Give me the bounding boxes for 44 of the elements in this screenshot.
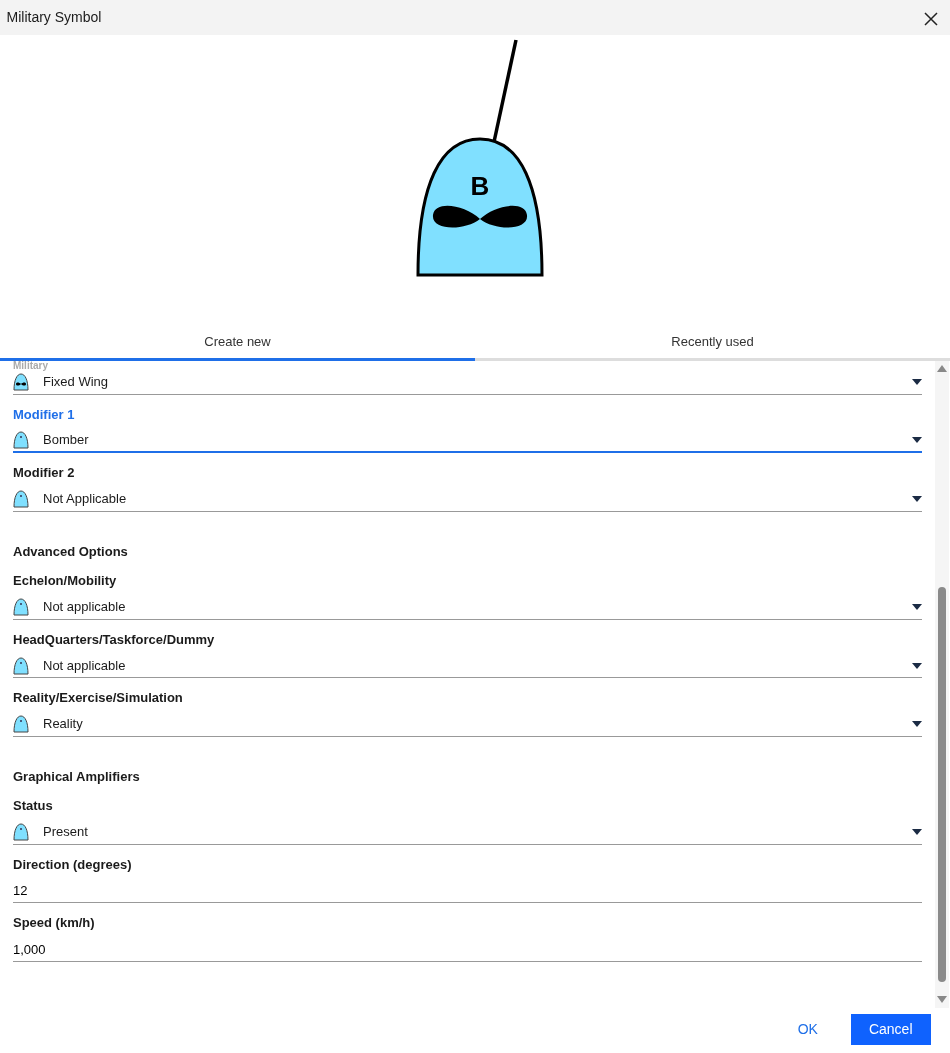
dropdown-field[interactable]: Not applicable (13, 654, 922, 678)
caret-icon (912, 829, 922, 835)
caret-icon (912, 496, 922, 502)
input-field[interactable]: 12 (13, 879, 922, 903)
dropdown-field[interactable]: Present (13, 820, 922, 845)
symbol-icon (13, 656, 29, 675)
tab[interactable]: Recently used (475, 325, 950, 361)
field-label: Modifier 1 (13, 405, 76, 424)
dropdown-field[interactable]: Fixed Wing (13, 370, 922, 395)
section-heading: Advanced Options (13, 542, 129, 561)
field-label: Echelon/Mobility (13, 572, 118, 590)
window-title: Military Symbol (6, 8, 102, 27)
caret-icon (912, 437, 922, 443)
dropdown-field[interactable]: Not Applicable (13, 487, 922, 512)
section-heading: Graphical Amplifiers (13, 767, 141, 786)
caret-icon (912, 721, 922, 727)
symbol-label: B (470, 171, 490, 201)
field-label: Military (13, 360, 49, 371)
scroll-up-icon[interactable] (937, 363, 947, 372)
symbol-icon (13, 598, 29, 616)
symbol-icon (13, 373, 29, 391)
field-label: Reality/Exercise/Simulation (13, 689, 184, 707)
field-label: Status (13, 797, 54, 815)
text-button[interactable]: OK (777, 1014, 838, 1045)
input-field[interactable]: 1,000 (13, 937, 922, 962)
scroll-down-icon[interactable] (937, 996, 947, 1005)
field-label: Modifier 2 (13, 464, 76, 482)
primary-button[interactable]: Cancel (850, 1014, 931, 1045)
scrollbar-thumb[interactable] (938, 586, 946, 982)
field-label: HeadQuarters/Taskforce/Dummy (13, 630, 216, 649)
caret-icon (912, 662, 922, 669)
dropdown-field[interactable]: Reality (13, 712, 922, 737)
dropdown-field[interactable]: Not applicable (13, 595, 922, 620)
dropdown-field[interactable]: Bomber (13, 429, 922, 453)
caret-icon (912, 604, 922, 610)
symbol-icon (13, 490, 29, 508)
field-label: Direction (degrees) (13, 855, 133, 874)
symbol-icon (13, 715, 29, 733)
field-label: Speed (km/h) (13, 914, 96, 932)
tab[interactable]: Create new (0, 325, 475, 361)
scrollbar[interactable] (935, 360, 949, 1008)
symbol-icon (13, 823, 29, 841)
symbol-icon (13, 431, 29, 449)
caret-icon (912, 379, 922, 385)
